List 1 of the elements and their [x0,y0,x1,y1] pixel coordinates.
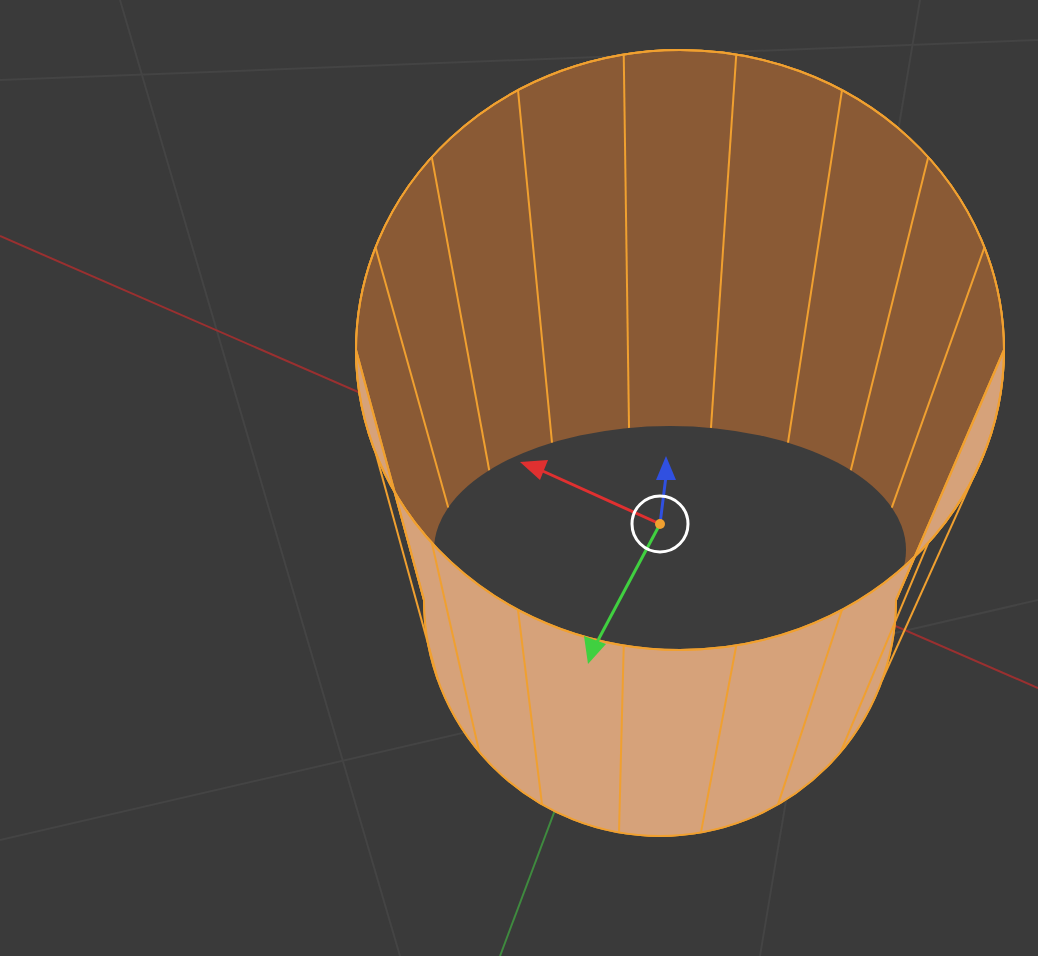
transform-gizmo-drawing[interactable] [520,456,690,664]
